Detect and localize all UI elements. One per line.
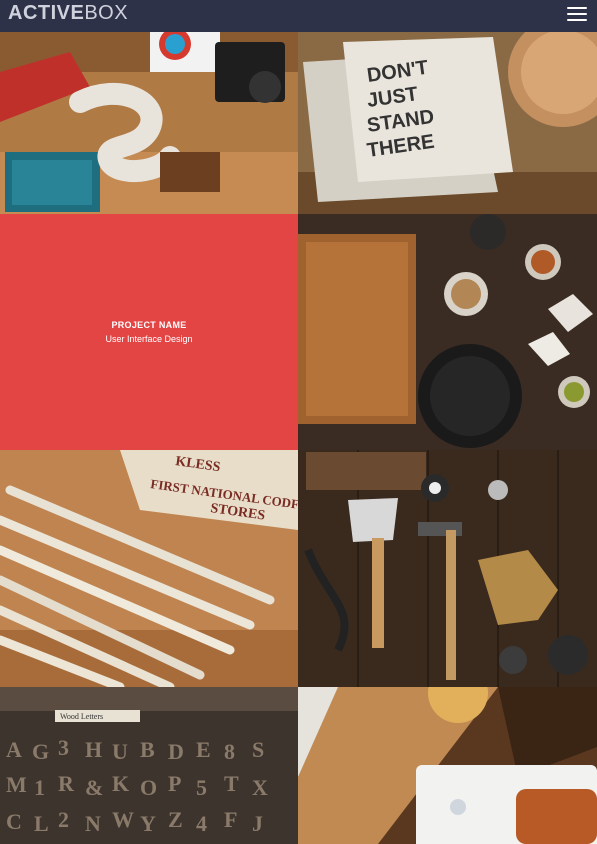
brand-logo[interactable]: ACTIVEBOX <box>8 2 128 24</box>
portfolio-grid: DON'T JUST STAND THERE PROJECT NAME User… <box>0 32 597 844</box>
svg-text:8: 8 <box>224 739 235 764</box>
desk-photo <box>0 32 298 214</box>
top-navbar: ACTIVEBOX <box>0 0 597 32</box>
svg-text:A: A <box>6 737 22 762</box>
svg-text:W: W <box>112 807 134 832</box>
project-overlay: PROJECT NAME User Interface Design <box>0 214 298 450</box>
svg-text:G: G <box>32 739 49 764</box>
rulers-photo: KLESS FIRST NATIONAL CODFISH STORES <box>0 450 298 687</box>
svg-text:2: 2 <box>58 807 69 832</box>
logo-light-text: BOX <box>84 2 129 24</box>
svg-text:M: M <box>6 772 27 797</box>
svg-text:U: U <box>112 739 128 764</box>
svg-text:5: 5 <box>196 775 207 800</box>
svg-text:3: 3 <box>58 735 69 760</box>
tools-photo <box>298 450 597 687</box>
wood-type-photo: Wood Letters AG3HUBDE8S M 1 R & K O P 5 T X CL2NW… <box>0 687 298 844</box>
portfolio-tile-project-overlay[interactable]: PROJECT NAME User Interface Design <box>0 214 298 450</box>
svg-text:1: 1 <box>34 775 45 800</box>
portfolio-tile-notebook[interactable]: DON'T JUST STAND THERE <box>298 32 597 214</box>
svg-text:B: B <box>140 737 155 762</box>
svg-text:P: P <box>168 771 181 796</box>
svg-text:C: C <box>6 809 22 834</box>
food-photo <box>298 687 597 844</box>
project-title: PROJECT NAME <box>111 320 187 330</box>
hamburger-menu-icon[interactable] <box>567 6 587 22</box>
svg-text:S: S <box>252 737 264 762</box>
portfolio-tile-food[interactable] <box>298 687 597 844</box>
svg-text:T: T <box>224 771 239 796</box>
portfolio-tile-kitchen[interactable] <box>298 214 597 450</box>
svg-text:J: J <box>252 811 263 836</box>
svg-text:R: R <box>58 771 75 796</box>
logo-bold-text: ACTIVE <box>8 2 85 24</box>
project-subtitle: User Interface Design <box>105 334 193 344</box>
svg-text:Y: Y <box>140 811 156 836</box>
portfolio-tile-type[interactable]: Wood Letters AG3HUBDE8S M 1 R & K O P 5 T X CL2NW… <box>0 687 298 844</box>
portfolio-tile-desk[interactable] <box>0 32 298 214</box>
svg-text:H: H <box>85 737 102 762</box>
svg-text:N: N <box>85 811 101 836</box>
svg-text:D: D <box>168 739 184 764</box>
svg-text:4: 4 <box>196 811 207 836</box>
svg-text:L: L <box>34 811 49 836</box>
svg-text:Z: Z <box>168 807 183 832</box>
svg-text:F: F <box>224 807 237 832</box>
svg-text:X: X <box>252 775 268 800</box>
svg-text:K: K <box>112 771 129 796</box>
notebook-photo: DON'T JUST STAND THERE <box>298 32 597 214</box>
portfolio-tile-tools[interactable] <box>298 450 597 687</box>
svg-text:&: & <box>85 775 103 800</box>
svg-text:O: O <box>140 775 157 800</box>
kitchen-photo <box>298 214 597 450</box>
svg-text:Wood Letters: Wood Letters <box>60 712 103 721</box>
portfolio-tile-rulers[interactable]: KLESS FIRST NATIONAL CODFISH STORES <box>0 450 298 687</box>
svg-text:E: E <box>196 737 211 762</box>
